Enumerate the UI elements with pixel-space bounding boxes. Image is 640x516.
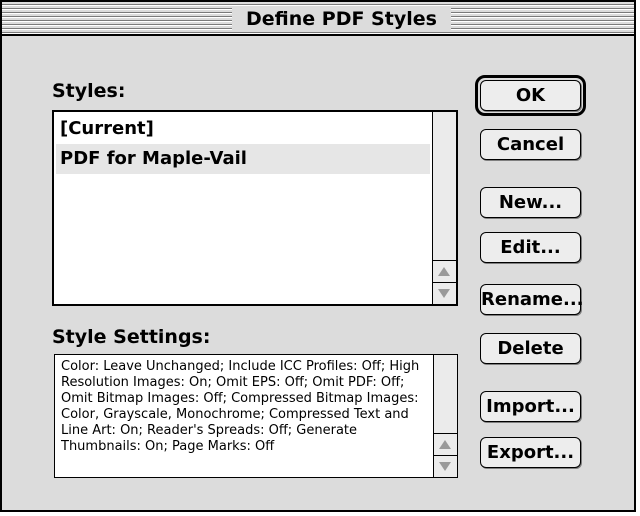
window-title: Define PDF Styles xyxy=(232,7,451,31)
style-settings-box: Color: Leave Unchanged; Include ICC Prof… xyxy=(54,354,458,478)
delete-button[interactable]: Delete xyxy=(480,333,581,364)
import-button[interactable]: Import... xyxy=(480,391,581,422)
ok-button[interactable]: OK xyxy=(480,80,581,111)
scroll-up-arrow-icon[interactable] xyxy=(434,433,457,455)
scroll-up-arrow-icon[interactable] xyxy=(433,260,456,282)
list-item[interactable]: [Current] xyxy=(56,114,430,144)
edit-button[interactable]: Edit... xyxy=(480,232,581,263)
styles-label: Styles: xyxy=(52,80,126,102)
settings-scrollbar[interactable] xyxy=(433,355,457,477)
scroll-down-arrow-icon[interactable] xyxy=(433,282,456,304)
export-button[interactable]: Export... xyxy=(480,437,581,468)
list-item[interactable]: PDF for Maple-Vail xyxy=(56,144,430,174)
cancel-button[interactable]: Cancel xyxy=(480,129,581,160)
rename-button[interactable]: Rename... xyxy=(480,284,584,315)
new-button[interactable]: New... xyxy=(480,187,581,218)
style-settings-label: Style Settings: xyxy=(52,326,211,348)
dialog-window: Define PDF Styles Styles: [Current] PDF … xyxy=(0,0,636,512)
title-bar[interactable]: Define PDF Styles xyxy=(2,2,634,36)
scroll-down-arrow-icon[interactable] xyxy=(434,455,457,477)
styles-scrollbar[interactable] xyxy=(432,112,456,304)
style-settings-text: Color: Leave Unchanged; Include ICC Prof… xyxy=(61,359,420,454)
styles-list[interactable]: [Current] PDF for Maple-Vail xyxy=(52,110,458,306)
